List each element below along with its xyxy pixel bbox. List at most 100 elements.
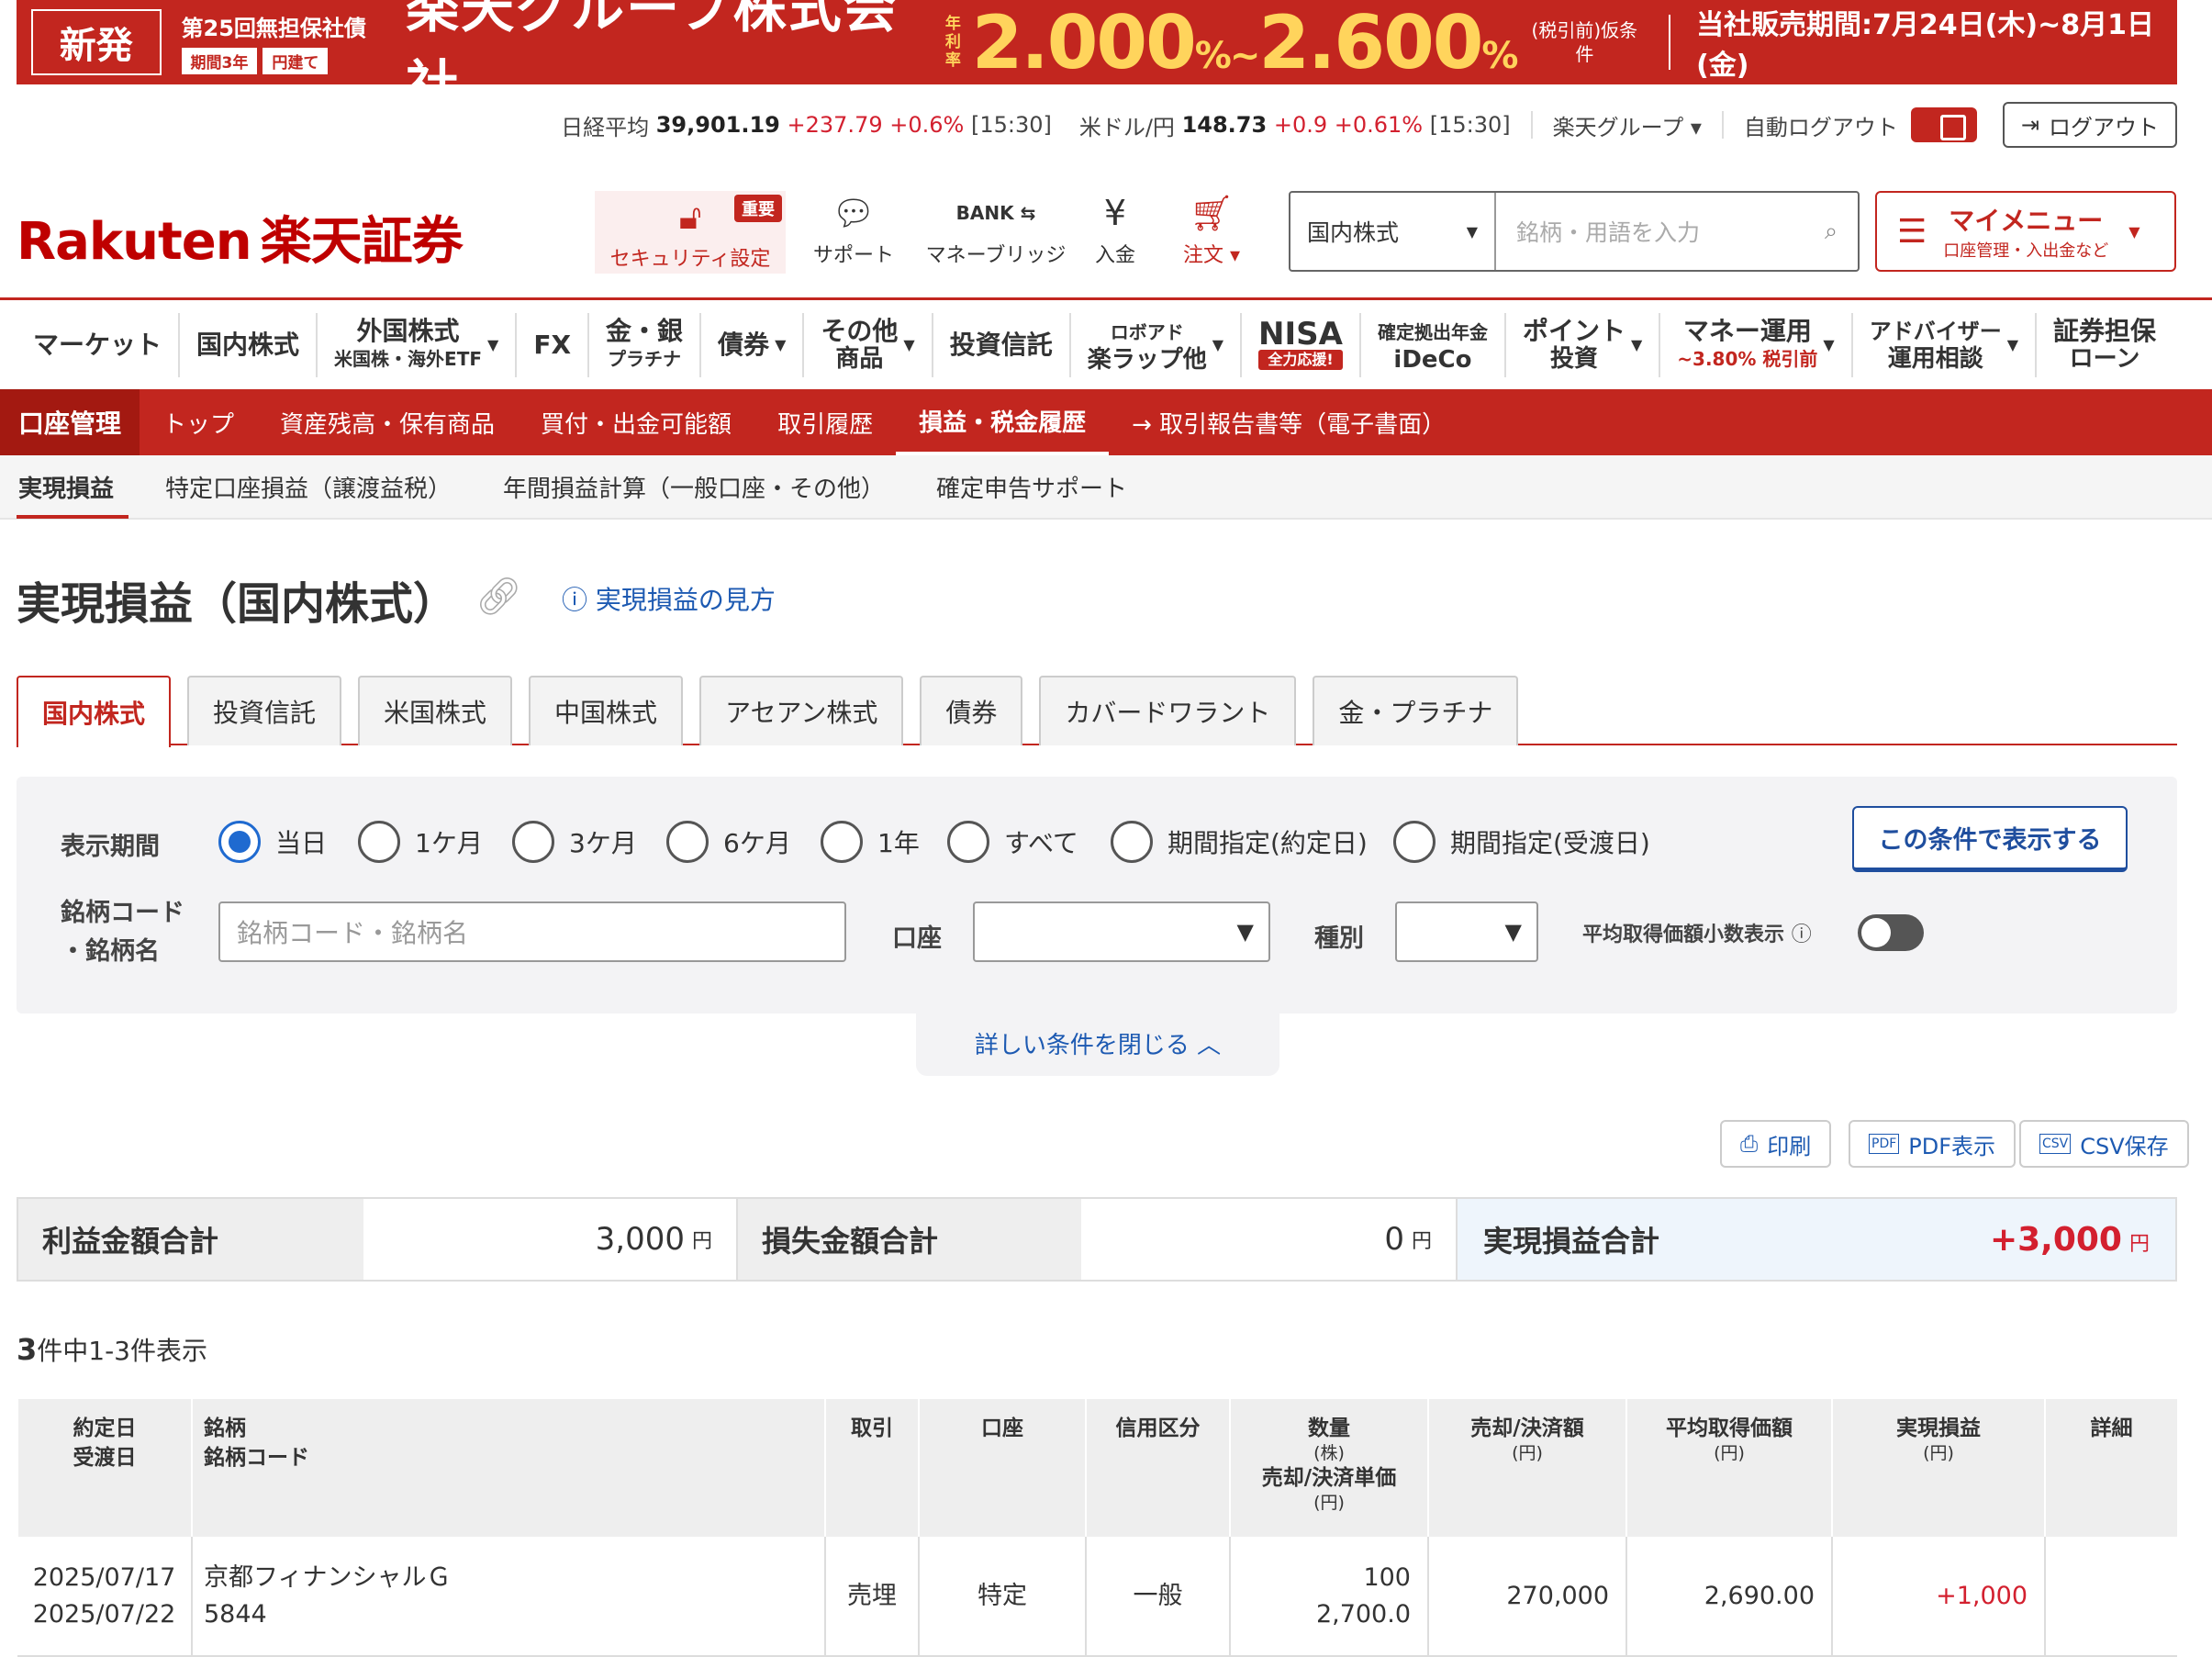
account-nav-pnl[interactable]: 損益・税金履歴 [896,389,1110,455]
account-select[interactable]: ▼ [973,901,1270,962]
pdf-button[interactable]: PDF PDF表示 [1849,1120,2016,1168]
gnav-gold[interactable]: 金・銀 プラチナ [589,312,702,377]
gnav-bond[interactable]: 債券 ▼ [701,312,805,377]
my-menu-button[interactable]: ☰ マイメニュー 口座管理・入出金など ▼ [1875,191,2176,272]
gnav-roboad[interactable]: ロボアド 楽ラップ他 ▼ [1071,312,1243,377]
money-bridge-button[interactable]: BANK ⇆ マネーブリッジ [918,193,1074,268]
new-badge: 新発 [31,9,162,75]
close-filter-button[interactable]: 詳しい条件を閉じる ︿ [916,1010,1279,1076]
apply-filter-button[interactable]: この条件で表示する [1852,806,2128,872]
cell-stock[interactable]: 京都フィナンシャルＧ 5844 [191,1537,825,1657]
tab-us-stock[interactable]: 米国株式 [358,676,513,745]
banner-company: 楽天グループ株式会社 [406,0,899,117]
search-box[interactable]: 国内株式 ▼ 銘柄・用語を入力 ⌕ [1289,191,1860,272]
tab-specific-account[interactable]: 特定口座損益（譲渡益税） [140,454,477,519]
gnav-foreign-stock[interactable]: 外国株式 米国株・海外ETF ▼ [318,312,518,377]
code-label: 銘柄コード ・銘柄名 [61,899,184,966]
page-title: 実現損益（国内株式） [17,578,458,630]
gnav-domestic-stock[interactable]: 国内株式 [180,312,318,377]
deposit-button[interactable]: ¥ 入金 [1083,193,1147,268]
pnl-table: 約定日 受渡日 銘柄 銘柄コード 取引 口座 信用区分 数量 (株) 売却/決済単価 (円… [17,1399,2177,1657]
period-trade-date-radio[interactable]: 期間指定(約定日) [1111,821,1368,863]
period-all-radio[interactable]: すべて [947,821,1078,863]
decimal-toggle[interactable] [1858,914,1924,951]
tab-bond[interactable]: 債券 [920,676,1023,745]
tab-annual-pnl[interactable]: 年間損益計算（一般口座・その他） [477,454,910,519]
decimal-label: 平均取得価額小数表示 ⓘ [1582,924,1812,946]
table-row: 2025/07/17 2025/07/22 京都フィナンシャルＧ 5844 売埋 特… [17,1537,2177,1657]
chevron-down-icon: ▼ [2128,222,2140,241]
period-today-radio[interactable]: 当日 [218,821,327,863]
cell-avg: 2,690.00 [1625,1537,1832,1657]
usd-time: [15:30] [1429,112,1511,138]
account-nav-buying-power[interactable]: 買付・出金可能額 [518,389,754,455]
howto-link[interactable]: ⓘ 実現損益の見方 [562,580,776,617]
tab-china-stock[interactable]: 中国株式 [529,676,684,745]
gnav-point[interactable]: ポイント 投資 ▼ [1506,312,1661,377]
gnav-fx[interactable]: FX [517,312,590,377]
period-3m-radio[interactable]: 3ケ月 [512,821,637,863]
csv-button[interactable]: CSV CSV保存 [2019,1120,2189,1168]
profit-total-label: 利益金額合計 [18,1199,363,1280]
period-6m-radio[interactable]: 6ケ月 [666,821,791,863]
cell-amount: 270,000 [1427,1537,1626,1657]
account-nav-top[interactable]: トップ [140,389,257,455]
gnav-ideco[interactable]: 確定拠出年金 iDeCo [1361,312,1506,377]
cell-credit: 一般 [1085,1537,1230,1657]
col-detail: 詳細 [2044,1399,2177,1537]
gnav-money[interactable]: マネー運用 ~3.80% 税引前 ▼ [1660,312,1853,377]
nikkei-value: 39,901.19 [655,112,780,138]
sub-nav: 実現損益 特定口座損益（譲渡益税） 年間損益計算（一般口座・その他） 確定申告サ… [0,455,2212,520]
period-1m-radio[interactable]: 1ケ月 [358,821,483,863]
account-nav-assets[interactable]: 資産残高・保有商品 [257,389,518,455]
global-nav: マーケット 国内株式 外国株式 米国株・海外ETF ▼ FX 金・銀 プラチナ 債券 ▼… [0,297,2212,389]
chat-icon: 💬︎ [831,193,877,233]
printer-icon: ⎙ [1740,1131,1759,1157]
support-button[interactable]: 💬︎ サポート [808,193,899,268]
profit-total-value: 3,000 円 [363,1199,738,1280]
nikkei-time: [15:30] [970,112,1052,138]
order-button[interactable]: 🛒︎ 注文 ▾ [1166,193,1257,268]
tab-covered-warrant[interactable]: カバードワラント [1039,676,1297,745]
clip-icon[interactable]: 🔗︎ [475,575,522,618]
account-nav-history[interactable]: 取引履歴 [754,389,896,455]
search-scope-select[interactable]: 国内株式 ▼ [1290,193,1496,270]
col-amount: 売却/決済額 (円) [1427,1399,1626,1537]
tab-gold-platinum[interactable]: 金・プラチナ [1313,676,1519,745]
tab-domestic-stock[interactable]: 国内株式 [17,676,172,747]
cell-pnl: +1,000 [1831,1537,2045,1657]
gnav-market[interactable]: マーケット [17,312,181,377]
logout-icon: ⇥ [2020,112,2039,138]
period-1y-radio[interactable]: 1年 [821,821,920,863]
group-dropdown[interactable]: 楽天グループ ▾ [1553,109,1702,141]
period-label: 表示期間 [61,833,160,861]
col-trade: 取引 [824,1399,919,1537]
tab-tax-return[interactable]: 確定申告サポート [910,454,1153,519]
period-settle-date-radio[interactable]: 期間指定(受渡日) [1393,821,1650,863]
usd-value: 148.73 [1181,112,1268,138]
bond-term: 期間3年 [181,48,258,74]
search-icon: ⌕ [1824,218,1838,244]
gnav-nisa[interactable]: NISA 全力応援! [1242,312,1361,377]
tab-realized-pnl[interactable]: 実現損益 [0,454,140,519]
code-input[interactable]: 銘柄コード・銘柄名 [218,901,846,962]
logout-button[interactable]: ⇥ ログアウト [2002,102,2177,148]
realized-total: 実現損益合計 +3,000 円 [1458,1199,2175,1280]
cell-detail[interactable] [2044,1537,2177,1657]
type-label: 種別 [1314,924,1364,953]
print-button[interactable]: ⎙ 印刷 [1720,1120,1832,1168]
auto-logout-label: 自動ログアウト [1743,114,1898,140]
security-settings-button[interactable]: 重要 🔓︎ セキュリティ設定 [595,191,786,274]
account-nav-reports[interactable]: → 取引報告書等（電子書面） [1109,389,1469,455]
gnav-loan[interactable]: 証券担保 ローン [2037,313,2173,377]
tab-asean-stock[interactable]: アセアン株式 [699,676,904,745]
type-select[interactable]: ▼ [1395,901,1538,962]
gnav-other[interactable]: その他 商品 ▼ [804,312,933,377]
auto-logout-toggle[interactable] [1910,107,1977,142]
tab-fund[interactable]: 投資信託 [187,676,342,745]
gnav-fund[interactable]: 投資信託 [933,312,1071,377]
gnav-advisor[interactable]: アドバイザー 運用相談 ▼ [1853,312,2038,377]
rakuten-logo[interactable]: Rakuten 楽天証券 [17,200,464,274]
search-input[interactable]: 銘柄・用語を入力 ⌕ [1496,193,1858,270]
promo-banner[interactable]: 新発 第25回無担保社債 期間3年 円建て 楽天グループ株式会社 年利率 2.00… [17,0,2177,117]
